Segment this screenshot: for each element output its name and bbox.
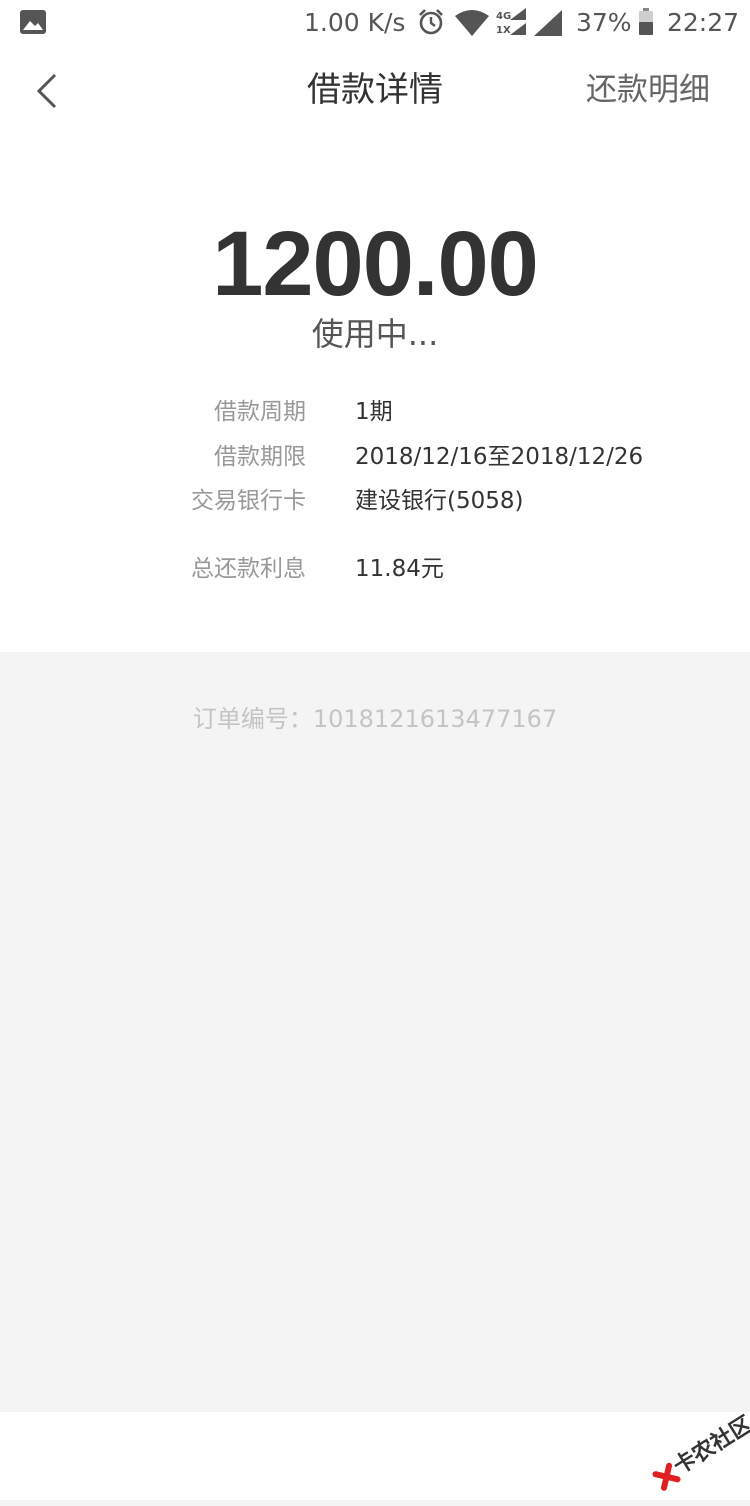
- info-row-interest: 总还款利息 11.84元: [0, 549, 750, 589]
- order-number-label: 订单编号：: [192, 705, 313, 733]
- clock: 22:27: [667, 8, 740, 37]
- period-value: 1期: [355, 399, 393, 425]
- svg-text:4G: 4G: [496, 11, 511, 22]
- bottom-strip: [0, 1412, 750, 1500]
- info-row-bank-card: 交易银行卡 建设银行(5058): [0, 481, 750, 521]
- network-speed: 1.00 K/s: [304, 8, 406, 37]
- signal-icon: [534, 10, 562, 36]
- bank-card-value: 建设银行(5058): [355, 488, 524, 514]
- back-button[interactable]: [18, 62, 76, 120]
- battery-icon: [639, 8, 653, 35]
- order-number-value: 1018121613477167: [312, 705, 558, 733]
- gallery-icon: [20, 10, 46, 34]
- info-row-term: 借款期限 2018/12/16至2018/12/26: [0, 437, 750, 477]
- wifi-icon: [455, 10, 489, 36]
- loan-amount: 1200.00: [212, 213, 539, 315]
- loan-detail-card: 1200.00 使用中... 借款周期 1期 借款期限 2018/12/16至2…: [0, 136, 750, 652]
- alarm-icon: [419, 9, 443, 35]
- screen: 1.00 K/s 4G 1X 37% 22:27 借款详情 还款明细 1200.…: [0, 0, 750, 1500]
- page-title: 借款详情: [307, 70, 443, 110]
- term-value: 2018/12/16至2018/12/26: [355, 444, 644, 470]
- interest-value: 11.84元: [355, 556, 444, 582]
- term-label: 借款期限: [214, 444, 306, 470]
- chevron-left-icon: [36, 73, 57, 109]
- repayment-detail-link[interactable]: 还款明细: [586, 68, 710, 112]
- order-number: 订单编号：1018121613477167: [0, 700, 750, 738]
- bank-card-label: 交易银行卡: [191, 488, 306, 514]
- period-label: 借款周期: [214, 399, 306, 425]
- status-bar: 1.00 K/s 4G 1X 37% 22:27: [0, 0, 750, 46]
- info-row-period: 借款周期 1期: [0, 392, 750, 432]
- nav-bar: 借款详情 还款明细: [0, 46, 750, 136]
- cell-4g-icon: 4G 1X: [496, 8, 526, 36]
- svg-text:1X: 1X: [496, 25, 511, 36]
- loan-status: 使用中...: [311, 315, 439, 353]
- interest-label: 总还款利息: [191, 556, 306, 582]
- battery-percent: 37%: [576, 8, 632, 37]
